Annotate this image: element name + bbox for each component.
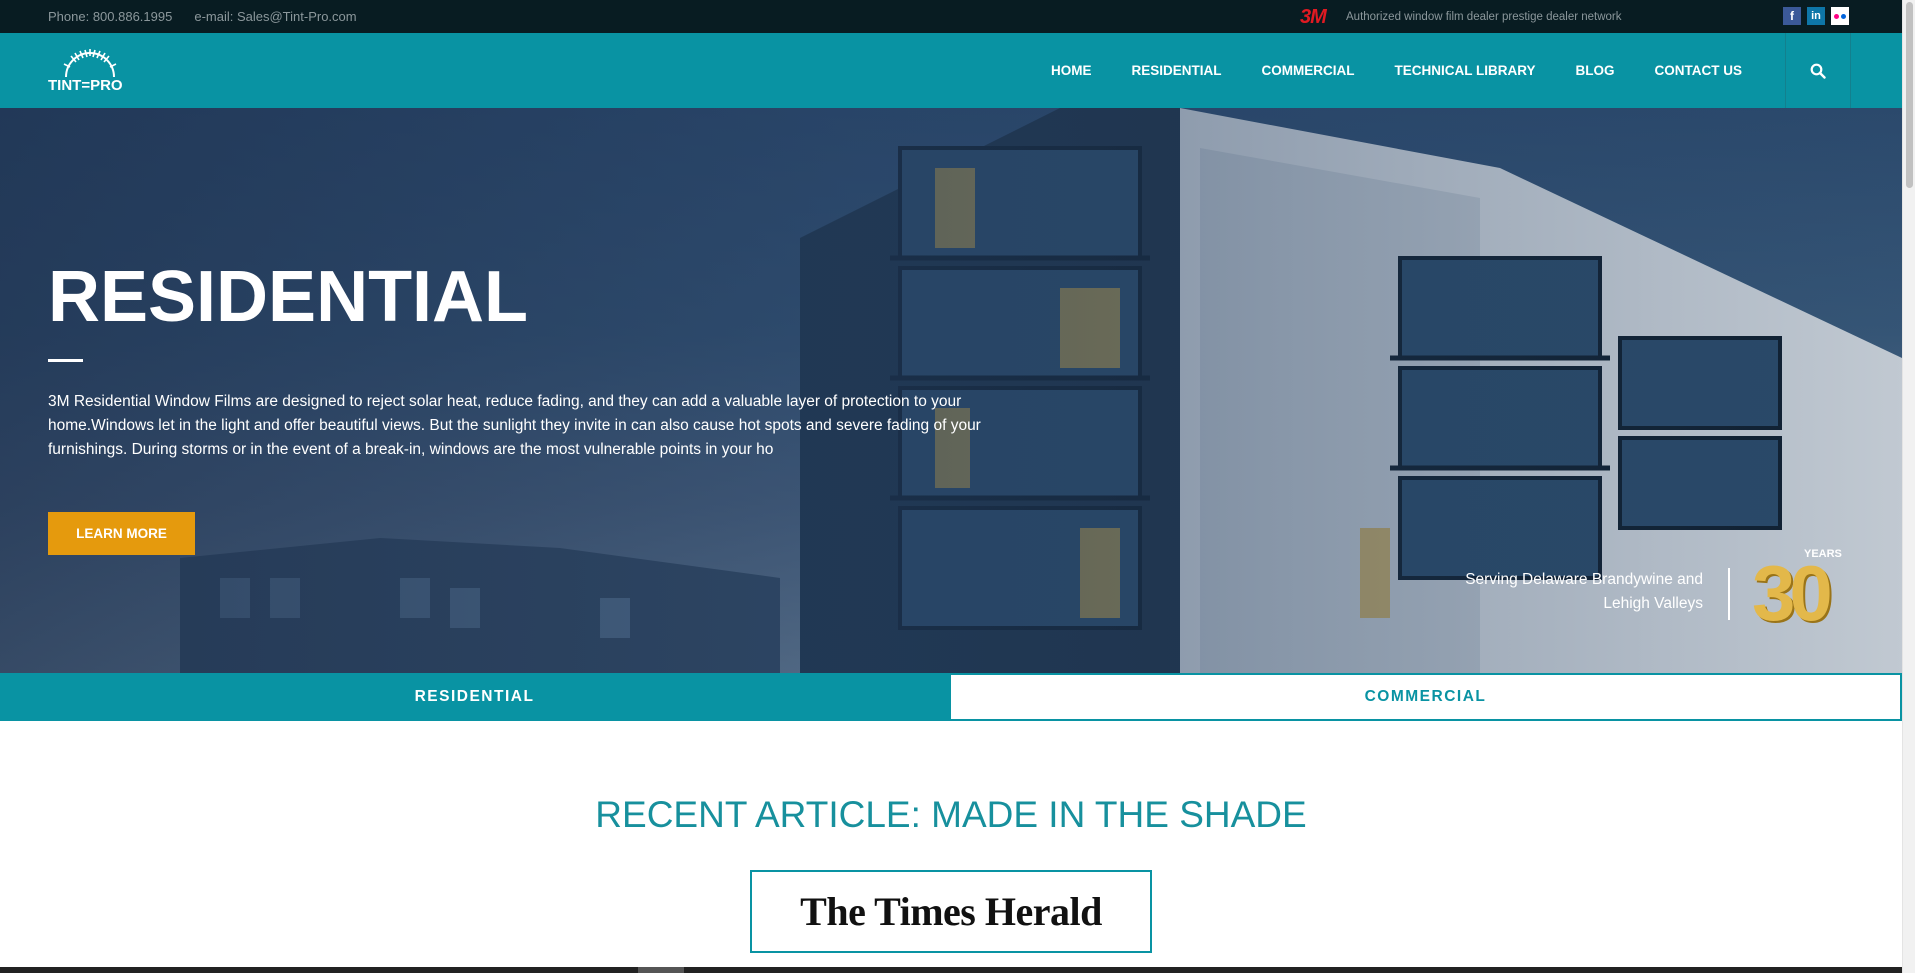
- email-text[interactable]: e-mail: Sales@Tint-Pro.com: [194, 9, 356, 24]
- tab-residential[interactable]: RESIDENTIAL: [0, 673, 949, 721]
- sun-logo-icon: [63, 49, 117, 77]
- nav-menu: HOME RESIDENTIAL COMMERCIAL TECHNICAL LI…: [1031, 33, 1762, 108]
- dealer-network-text: Authorized window film dealer prestige d…: [1346, 10, 1622, 23]
- nav-technical-library[interactable]: TECHNICAL LIBRARY: [1375, 63, 1556, 78]
- learn-more-button[interactable]: LEARN MORE: [48, 512, 195, 555]
- serving-area-text: Serving Delaware Brandywine and Lehigh V…: [1465, 568, 1703, 616]
- hero-title: RESIDENTIAL: [48, 257, 529, 337]
- search-icon: [1810, 63, 1826, 79]
- search-button[interactable]: [1785, 33, 1851, 108]
- hero-banner: RESIDENTIAL 3M Residential Window Films …: [0, 108, 1902, 673]
- bottom-strip-handle[interactable]: [638, 967, 684, 973]
- serving-line-2: Lehigh Valleys: [1603, 595, 1703, 612]
- nav-blog[interactable]: BLOG: [1556, 63, 1635, 78]
- vertical-divider: [1728, 568, 1730, 620]
- nav-commercial[interactable]: COMMERCIAL: [1242, 63, 1375, 78]
- years-badge-number: 30: [1752, 549, 1833, 637]
- recent-article-heading: RECENT ARTICLE: MADE IN THE SHADE: [595, 794, 1307, 835]
- facebook-icon[interactable]: f: [1783, 7, 1801, 25]
- tab-commercial[interactable]: COMMERCIAL: [949, 673, 1902, 721]
- flickr-icon[interactable]: [1831, 7, 1849, 25]
- social-links: f in: [1783, 7, 1849, 25]
- contact-info: Phone: 800.886.1995 e-mail: Sales@Tint-P…: [48, 0, 357, 33]
- times-herald-link[interactable]: The Times Herald: [750, 870, 1152, 953]
- nav-residential[interactable]: RESIDENTIAL: [1111, 63, 1241, 78]
- 3m-logo: 3M: [1300, 6, 1327, 28]
- tint-pro-logo[interactable]: TINT=PRO: [48, 47, 133, 97]
- category-tabs: RESIDENTIAL COMMERCIAL: [0, 673, 1902, 721]
- nav-contact-us[interactable]: CONTACT US: [1635, 63, 1763, 78]
- nav-home[interactable]: HOME: [1031, 63, 1112, 78]
- page-scrollbar[interactable]: [1902, 0, 1915, 973]
- hero-description: 3M Residential Window Films are designed…: [48, 393, 981, 458]
- logo-wordmark: TINT=PRO: [48, 77, 123, 94]
- main-navigation: TINT=PRO HOME RESIDENTIAL COMMERCIAL TEC…: [0, 33, 1902, 108]
- title-divider: [48, 359, 83, 362]
- serving-line-1: Serving Delaware Brandywine and: [1465, 571, 1703, 588]
- years-badge-label: YEARS: [1804, 548, 1842, 560]
- top-utility-bar: Phone: 800.886.1995 e-mail: Sales@Tint-P…: [0, 0, 1902, 33]
- bottom-strip: [0, 967, 1902, 973]
- linkedin-icon[interactable]: in: [1807, 7, 1825, 25]
- publication-name: The Times Herald: [800, 889, 1102, 934]
- phone-text[interactable]: Phone: 800.886.1995: [48, 9, 172, 24]
- scrollbar-thumb[interactable]: [1906, 2, 1913, 188]
